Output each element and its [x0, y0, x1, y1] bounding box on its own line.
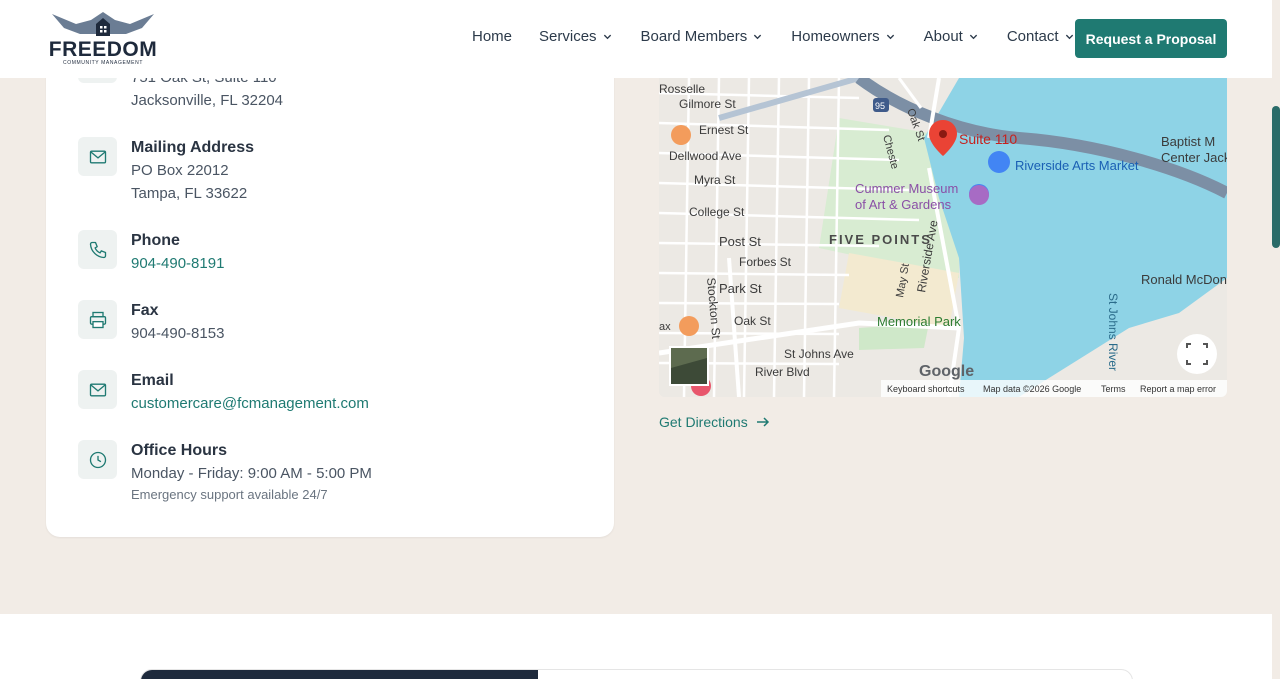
mail-icon [78, 370, 117, 409]
keyboard-shortcuts-link[interactable]: Keyboard shortcuts [887, 384, 965, 394]
office-hours-title: Office Hours [131, 442, 228, 459]
office-address-line2: Jacksonville, FL 32204 [131, 92, 284, 109]
map-label-college: College St [689, 205, 745, 219]
chevron-down-icon [1065, 34, 1073, 40]
map-label-cummer-2: of Art & Gardens [855, 197, 952, 212]
report-map-error-link[interactable]: Report a map error [1140, 384, 1216, 394]
chevron-down-icon [603, 34, 611, 40]
terms-link[interactable]: Terms [1101, 384, 1126, 394]
logo-wordmark: FREEDOM [48, 38, 158, 61]
market-marker-icon[interactable] [988, 151, 1010, 173]
fax-title: Fax [131, 302, 159, 319]
next-section-card [140, 669, 1133, 679]
nav-services[interactable]: Services [539, 28, 612, 45]
map-label-post: Post St [719, 234, 761, 249]
map-label-park: Park St [719, 281, 762, 296]
map-label-ernest: Ernest St [699, 123, 749, 137]
get-directions-link[interactable]: Get Directions [659, 414, 770, 430]
email-link[interactable]: customercare@fcmanagement.com [131, 392, 369, 415]
mailing-address-line1: PO Box 22012 [131, 162, 229, 179]
nav-services-label: Services [539, 28, 597, 45]
map-label-forbes: Forbes St [739, 255, 792, 269]
page-scrollbar[interactable] [1272, 0, 1280, 679]
map-label-oak: Oak St [734, 314, 771, 328]
nav-board-members-label: Board Members [640, 28, 748, 45]
map-label-cummer-1: Cummer Museum [855, 181, 958, 196]
emergency-note: Emergency support available 24/7 [131, 487, 328, 502]
nav-about[interactable]: About [924, 28, 978, 45]
nav-homeowners[interactable]: Homeowners [791, 28, 894, 45]
mailing-address-title: Mailing Address [131, 139, 254, 156]
map-label-five-points: FIVE POINTS [829, 232, 932, 247]
restaurant-marker-icon[interactable] [679, 316, 699, 336]
map-label-dellwood: Dellwood Ave [669, 149, 742, 163]
site-logo[interactable]: FREEDOM COMMUNITY MANAGEMENT [46, 10, 160, 66]
map-label-stjohns: St Johns Ave [784, 347, 854, 361]
map-label-ax: ax [659, 321, 671, 333]
nav-homeowners-label: Homeowners [791, 28, 880, 45]
map-label-river: River Blvd [755, 365, 810, 379]
embedded-map[interactable]: Rosselle Gilmore St Ernest St Dellwood A… [659, 78, 1227, 397]
get-directions-label: Get Directions [659, 414, 748, 430]
nav-board-members[interactable]: Board Members [641, 28, 763, 45]
nav-home-label: Home [472, 28, 513, 45]
scrollbar-thumb[interactable] [1272, 106, 1280, 248]
nav-home[interactable]: Home [472, 28, 512, 45]
phone-icon [78, 230, 117, 269]
map-label-ronald: Ronald McDonal [1141, 272, 1227, 287]
restaurant-marker-icon[interactable] [671, 125, 691, 145]
chevron-down-icon [969, 34, 977, 40]
phone-row: Phone 904-490-8191 [78, 230, 224, 275]
map-label-baptist-1: Baptist M [1161, 134, 1215, 149]
mailing-address-line2: Tampa, FL 33622 [131, 185, 248, 202]
clock-icon [78, 440, 117, 479]
fax-value: 904-490-8153 [131, 325, 225, 342]
fax-row: Fax 904-490-8153 [78, 300, 224, 345]
request-proposal-button[interactable]: Request a Proposal [1075, 19, 1227, 58]
map-label-gilmore: Gilmore St [679, 97, 736, 111]
next-section-dark-panel [141, 670, 538, 679]
eagle-emblem-icon [52, 12, 154, 36]
map-label-myra: Myra St [694, 173, 736, 187]
map-label-baptist-2: Center Jacks [1161, 150, 1227, 165]
mail-icon [78, 137, 117, 176]
email-title: Email [131, 372, 174, 389]
office-hours-row: Office Hours Monday - Friday: 9:00 AM - … [78, 440, 372, 505]
chevron-down-icon [886, 34, 894, 40]
email-row: Email customercare@fcmanagement.com [78, 370, 369, 415]
map-label-rosselle: Rosselle [659, 82, 705, 96]
map-data-attribution: Map data ©2026 Google [983, 384, 1081, 394]
map-label-memorial: Memorial Park [877, 314, 961, 329]
nav-about-label: About [923, 28, 963, 45]
google-logo: Google [919, 363, 974, 380]
nav-contact-label: Contact [1006, 28, 1059, 45]
map-label-suite: Suite 110 [959, 131, 1017, 147]
satellite-toggle[interactable] [669, 346, 709, 386]
highway-95-shield-icon: 95 [873, 98, 889, 112]
main-nav: Home Services Board Members Homeowners A… [472, 28, 1074, 45]
phone-link[interactable]: 904-490-8191 [131, 252, 224, 275]
map-label-highway: 95 [875, 101, 885, 111]
office-hours-value: Monday - Friday: 9:00 AM - 5:00 PM [131, 465, 372, 482]
map-label-riverside-arts: Riverside Arts Market [1015, 158, 1139, 173]
fullscreen-button[interactable] [1177, 334, 1217, 374]
logo-tagline: COMMUNITY MANAGEMENT [63, 60, 143, 66]
arrow-right-icon [756, 417, 769, 427]
museum-marker-icon[interactable] [969, 185, 989, 205]
chevron-down-icon [754, 34, 762, 40]
printer-icon [78, 300, 117, 339]
phone-title: Phone [131, 232, 180, 249]
map-label-stjohns-river: St Johns River [1106, 293, 1120, 371]
nav-contact[interactable]: Contact [1007, 28, 1074, 45]
site-header: FREEDOM COMMUNITY MANAGEMENT Home Servic… [0, 0, 1272, 78]
mailing-address-row: Mailing Address PO Box 22012 Tampa, FL 3… [78, 137, 254, 205]
